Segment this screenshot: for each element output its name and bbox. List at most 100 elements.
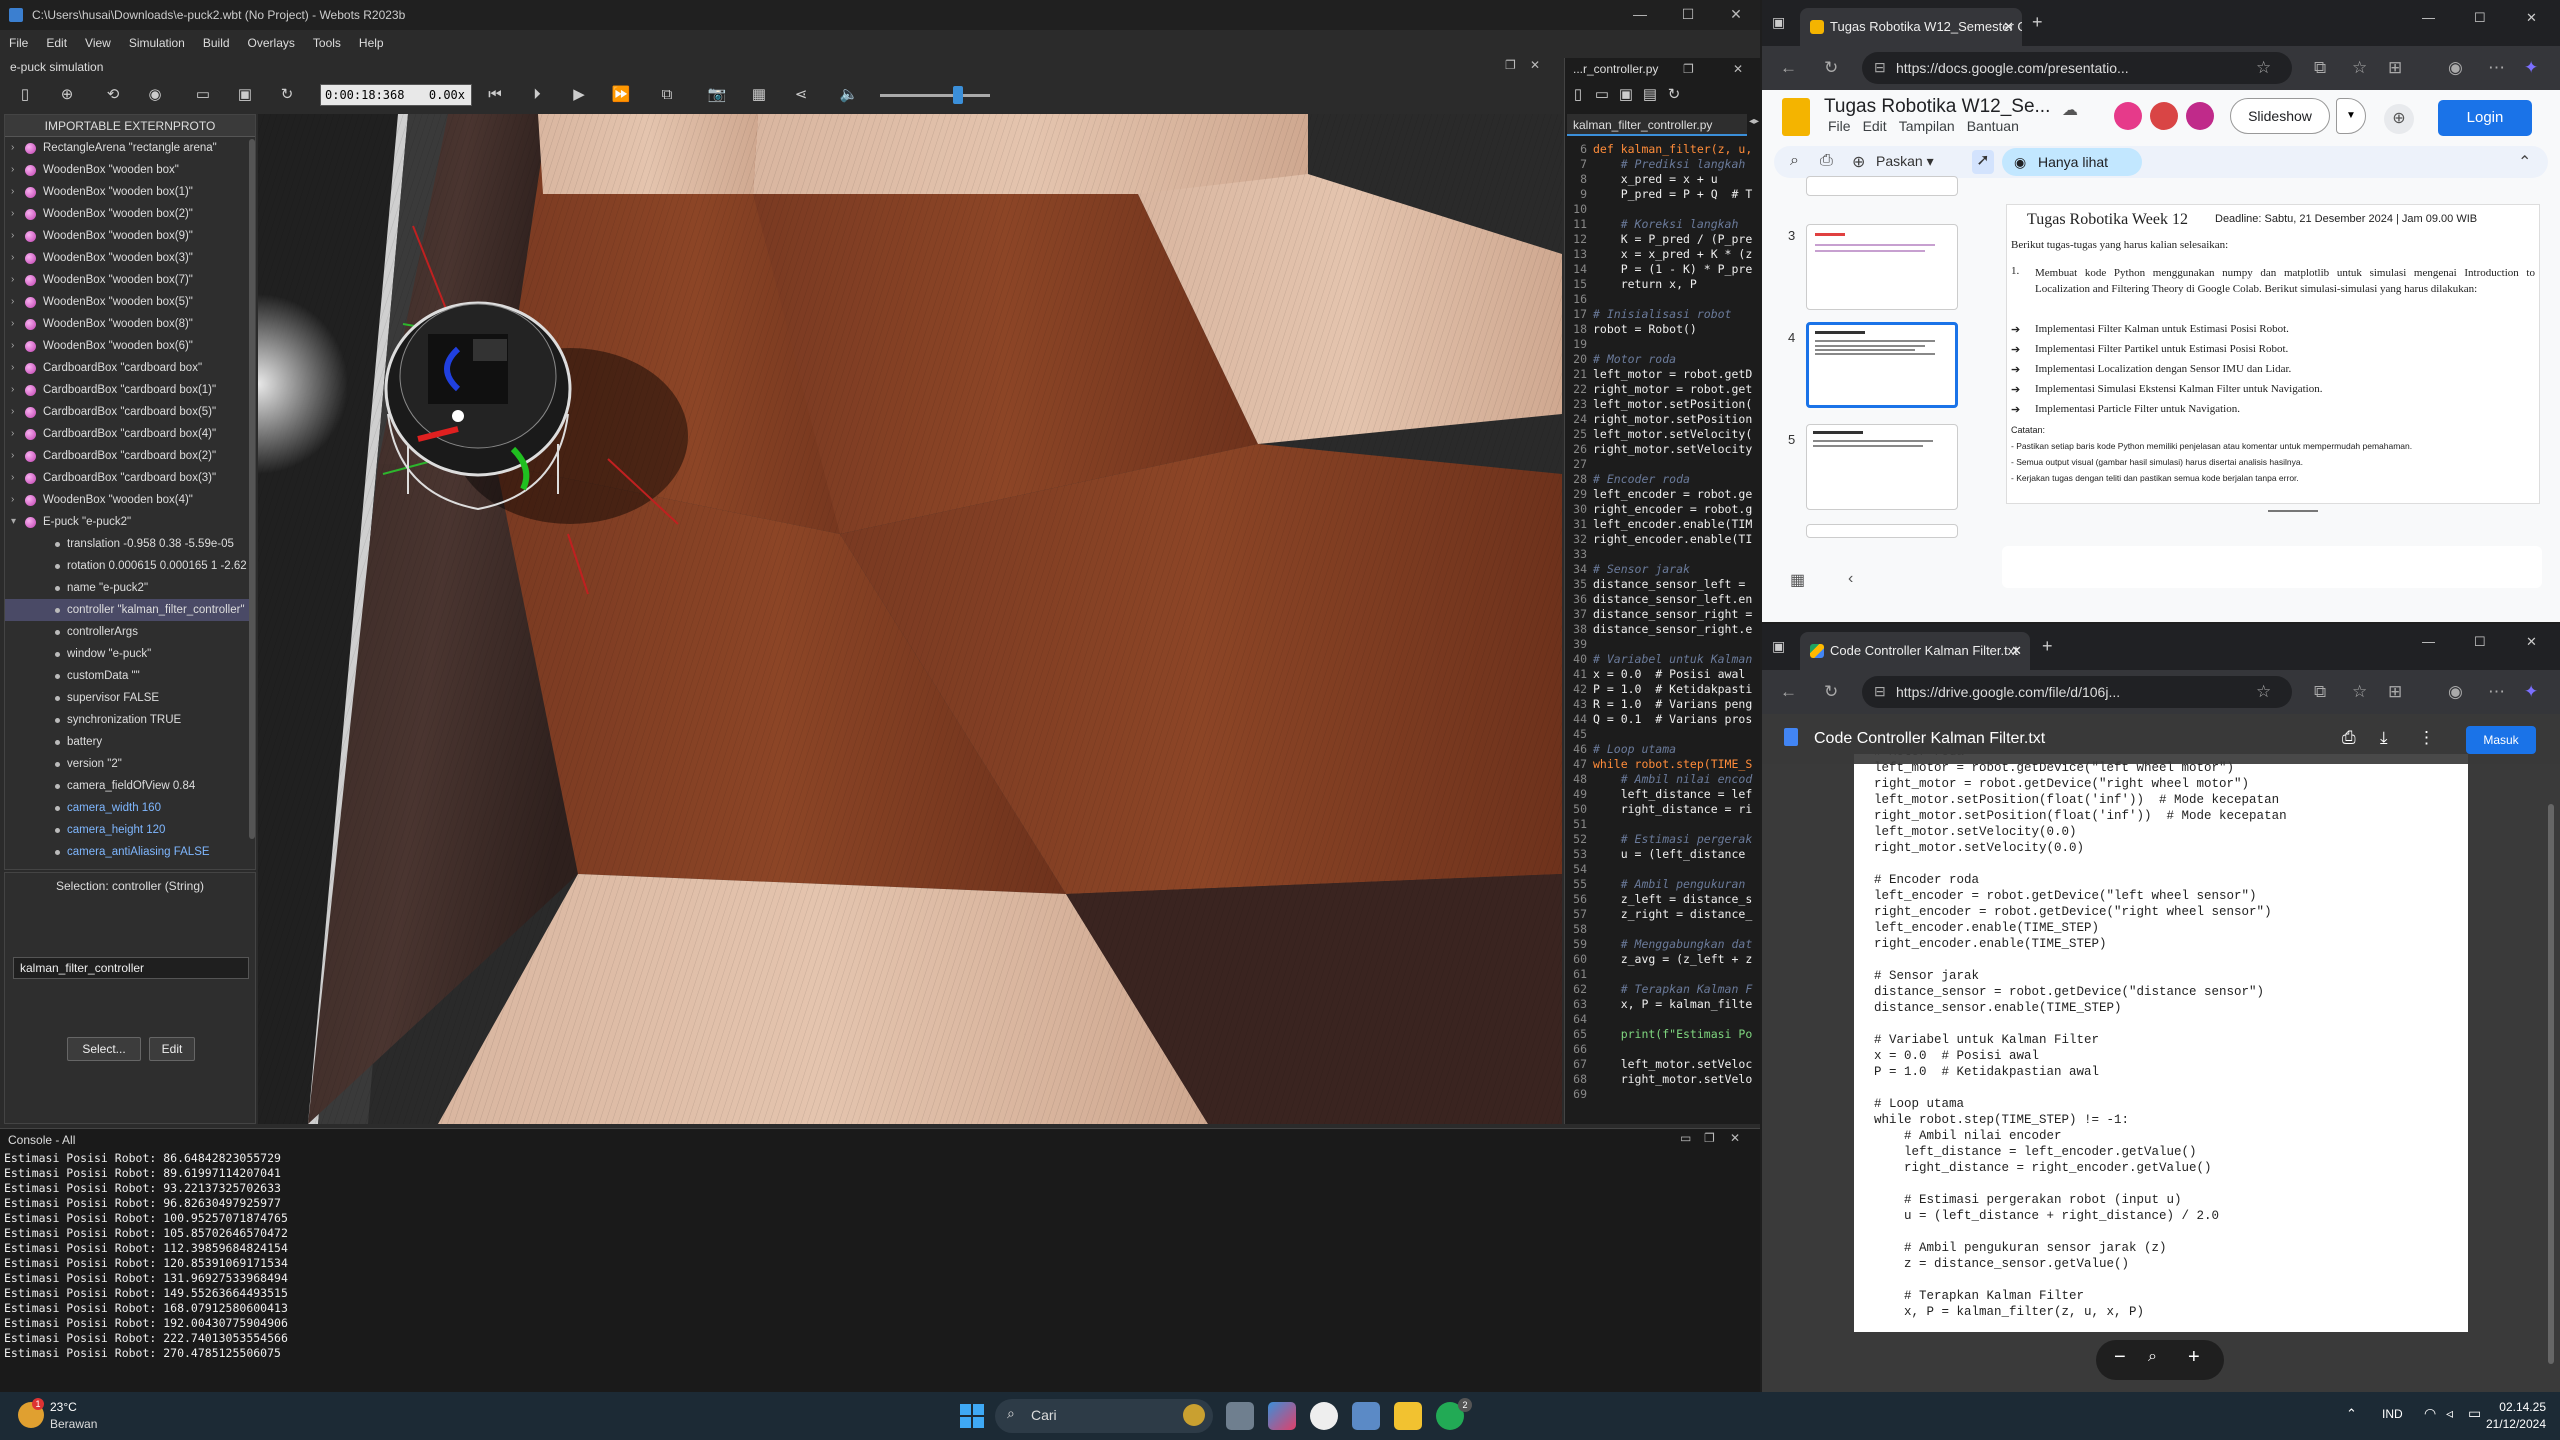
console-minimize-icon[interactable]: ▭ xyxy=(1680,1131,1691,1145)
favorites-icon[interactable]: ☆ xyxy=(2352,58,2367,78)
collapsed-arrow-icon[interactable]: › xyxy=(11,313,14,335)
collapsed-arrow-icon[interactable]: › xyxy=(11,401,14,423)
menu-overlays[interactable]: Overlays xyxy=(239,30,304,56)
open-file-icon[interactable]: ▭ xyxy=(1591,84,1613,106)
pointer-icon[interactable]: ➚ xyxy=(1972,150,1994,174)
collapsed-arrow-icon[interactable]: › xyxy=(11,423,14,445)
edit-button[interactable]: Edit xyxy=(149,1037,195,1061)
volume-slider-thumb[interactable] xyxy=(953,86,963,104)
scene-tree-scrollbar[interactable] xyxy=(249,139,255,839)
scene-tree-item[interactable]: › WoodenBox "wooden box(6)" xyxy=(5,335,251,357)
print-icon[interactable]: ⎙ xyxy=(1820,152,1833,170)
scene-tree-item[interactable]: camera_height 120 xyxy=(5,819,251,841)
scene-tree-item[interactable]: › WoodenBox "wooden box" xyxy=(5,159,251,181)
slide-thumb-5[interactable] xyxy=(1806,424,1958,510)
add-person-icon[interactable]: ⊕ xyxy=(2384,104,2414,134)
scene-tree-item[interactable]: › CardboardBox "cardboard box(5)" xyxy=(5,401,251,423)
add-node-icon[interactable]: ⊕ xyxy=(56,84,78,106)
search-icon[interactable]: ⌕ xyxy=(1790,152,1799,170)
scene-tree-item[interactable]: version "2" xyxy=(5,753,251,775)
more-options-icon[interactable]: ⋮ xyxy=(2418,728,2435,748)
show-hidden-icons[interactable]: ⌃ xyxy=(2346,1406,2357,1422)
slide-thumb-3[interactable] xyxy=(1806,224,1958,310)
url-field[interactable]: ⊟ https://docs.google.com/presentatio... xyxy=(1862,52,2292,84)
scene-tree-item[interactable]: camera_antiAliasing FALSE xyxy=(5,841,251,863)
fast-forward-icon[interactable]: ⏩ xyxy=(610,84,632,106)
new-tab-icon[interactable]: + xyxy=(2042,636,2053,657)
scene-tree-item[interactable]: › CardboardBox "cardboard box(4)" xyxy=(5,423,251,445)
chatgpt-app-icon[interactable] xyxy=(1310,1402,1338,1430)
scene-tree-item[interactable]: battery xyxy=(5,731,251,753)
console-close-icon[interactable]: ✕ xyxy=(1730,1131,1740,1145)
menu-help[interactable]: Help xyxy=(350,30,393,56)
float-panel-icon[interactable]: ❐ xyxy=(1505,58,1516,72)
collapsed-arrow-icon[interactable]: › xyxy=(11,379,14,401)
extension-icon[interactable]: ⧉ xyxy=(2314,682,2326,702)
scene-tree-item[interactable]: rotation 0.000615 0.000165 1 -2.62 xyxy=(5,555,251,577)
copilot-app-icon[interactable] xyxy=(1268,1402,1296,1430)
site-info-icon[interactable]: ⊟ xyxy=(1874,59,1886,76)
bookmark-star-icon[interactable]: ☆ xyxy=(2256,682,2271,702)
scene-tree-header[interactable]: IMPORTABLE EXTERNPROTO xyxy=(5,115,255,137)
scene-tree-item[interactable]: › WoodenBox "wooden box(4)" xyxy=(5,489,251,511)
slideshow-button[interactable]: Slideshow xyxy=(2230,98,2330,134)
scene-tree-item[interactable]: › CardboardBox "cardboard box(2)" xyxy=(5,445,251,467)
minimize-icon[interactable]: — xyxy=(1620,6,1660,24)
scene-tree-item[interactable]: › CardboardBox "cardboard box(3)" xyxy=(5,467,251,489)
taskbar-search[interactable]: ⌕ Cari xyxy=(995,1399,1213,1433)
zoom-in-icon[interactable]: + xyxy=(2188,1346,2200,1369)
close-icon[interactable]: ✕ xyxy=(2526,634,2537,650)
profile-avatar-icon[interactable]: ◉ xyxy=(2448,682,2463,702)
zoom-out-icon[interactable]: − xyxy=(2114,1346,2126,1369)
collapsed-arrow-icon[interactable]: › xyxy=(11,247,14,269)
scene-tree-item[interactable]: supervisor FALSE xyxy=(5,687,251,709)
url-field[interactable]: ⊟ https://drive.google.com/file/d/106j..… xyxy=(1862,676,2292,708)
close-icon[interactable]: ✕ xyxy=(1716,6,1756,24)
menu-file[interactable]: File xyxy=(0,30,37,56)
clock-date[interactable]: 21/12/2024 xyxy=(2474,1417,2546,1431)
collapsed-arrow-icon[interactable]: › xyxy=(11,269,14,291)
play-step-icon[interactable]: ⏵ xyxy=(526,84,548,106)
task-view-icon[interactable] xyxy=(1226,1402,1254,1430)
presentation-title[interactable]: Tugas Robotika W12_Se... xyxy=(1824,96,2050,118)
slide-canvas[interactable]: Tugas Robotika Week 12 Deadline: Sabtu, … xyxy=(2006,204,2540,504)
rendering-toggle-icon[interactable]: ⧉ xyxy=(656,84,678,106)
collapsed-arrow-icon[interactable]: › xyxy=(11,467,14,489)
scene-tree-item[interactable]: customData "" xyxy=(5,665,251,687)
more-menu-icon[interactable]: ⋯ xyxy=(2488,682,2505,702)
collections-icon[interactable]: ⊞ xyxy=(2388,682,2402,702)
print-icon[interactable]: ⎙ xyxy=(2342,728,2356,748)
collapsed-arrow-icon[interactable]: › xyxy=(11,159,14,181)
slideshow-dropdown-icon[interactable]: ▼ xyxy=(2336,98,2366,134)
new-tab-icon[interactable]: + xyxy=(2032,12,2043,33)
run-icon[interactable]: ▶ xyxy=(568,84,590,106)
collapsed-arrow-icon[interactable]: › xyxy=(11,181,14,203)
maximize-icon[interactable]: ☐ xyxy=(1668,6,1708,24)
scene-tree-item[interactable]: › CardboardBox "cardboard box(1)" xyxy=(5,379,251,401)
scene-tree-item[interactable]: ▾ E-puck "e-puck2" xyxy=(5,511,251,533)
expanded-arrow-icon[interactable]: ▾ xyxy=(11,511,16,533)
scene-tree-item[interactable]: camera_fieldOfView 0.84 xyxy=(5,775,251,797)
menu-view[interactable]: View xyxy=(76,30,120,56)
photos-app-icon[interactable] xyxy=(1352,1402,1380,1430)
toggle-scene-tree-icon[interactable]: ▯ xyxy=(14,84,36,106)
editor-tab[interactable]: kalman_filter_controller.py xyxy=(1567,114,1747,136)
download-icon[interactable]: ⤓ xyxy=(2380,728,2388,748)
minimize-icon[interactable]: — xyxy=(2422,10,2435,25)
editor-close-icon[interactable]: ✕ xyxy=(1733,62,1743,76)
bookmark-star-icon[interactable]: ☆ xyxy=(2256,58,2271,78)
extension-icon[interactable]: ⧉ xyxy=(2314,58,2326,78)
zoom-icon[interactable]: ⊕ xyxy=(1852,152,1865,172)
slides-menu-view[interactable]: Tampilan xyxy=(1899,118,1955,134)
collapse-panel-icon[interactable]: ‹ xyxy=(1848,570,1853,588)
language-indicator[interactable]: IND xyxy=(2382,1407,2403,1421)
volume-icon[interactable]: 🔈 xyxy=(838,84,860,106)
scene-tree-item[interactable]: controllerArgs xyxy=(5,621,251,643)
text-file-page[interactable]: # Motor rodaleft_motor = robot.getDevice… xyxy=(1854,754,2468,1332)
slide-thumb-6[interactable] xyxy=(1806,524,1958,538)
scene-tree-item[interactable]: › WoodenBox "wooden box(9)" xyxy=(5,225,251,247)
slides-menu-file[interactable]: File xyxy=(1828,118,1851,134)
save-file-icon[interactable]: ▣ xyxy=(1615,84,1637,106)
speaker-notes-area[interactable] xyxy=(2002,546,2542,588)
back-icon[interactable]: ← xyxy=(1780,58,1797,78)
